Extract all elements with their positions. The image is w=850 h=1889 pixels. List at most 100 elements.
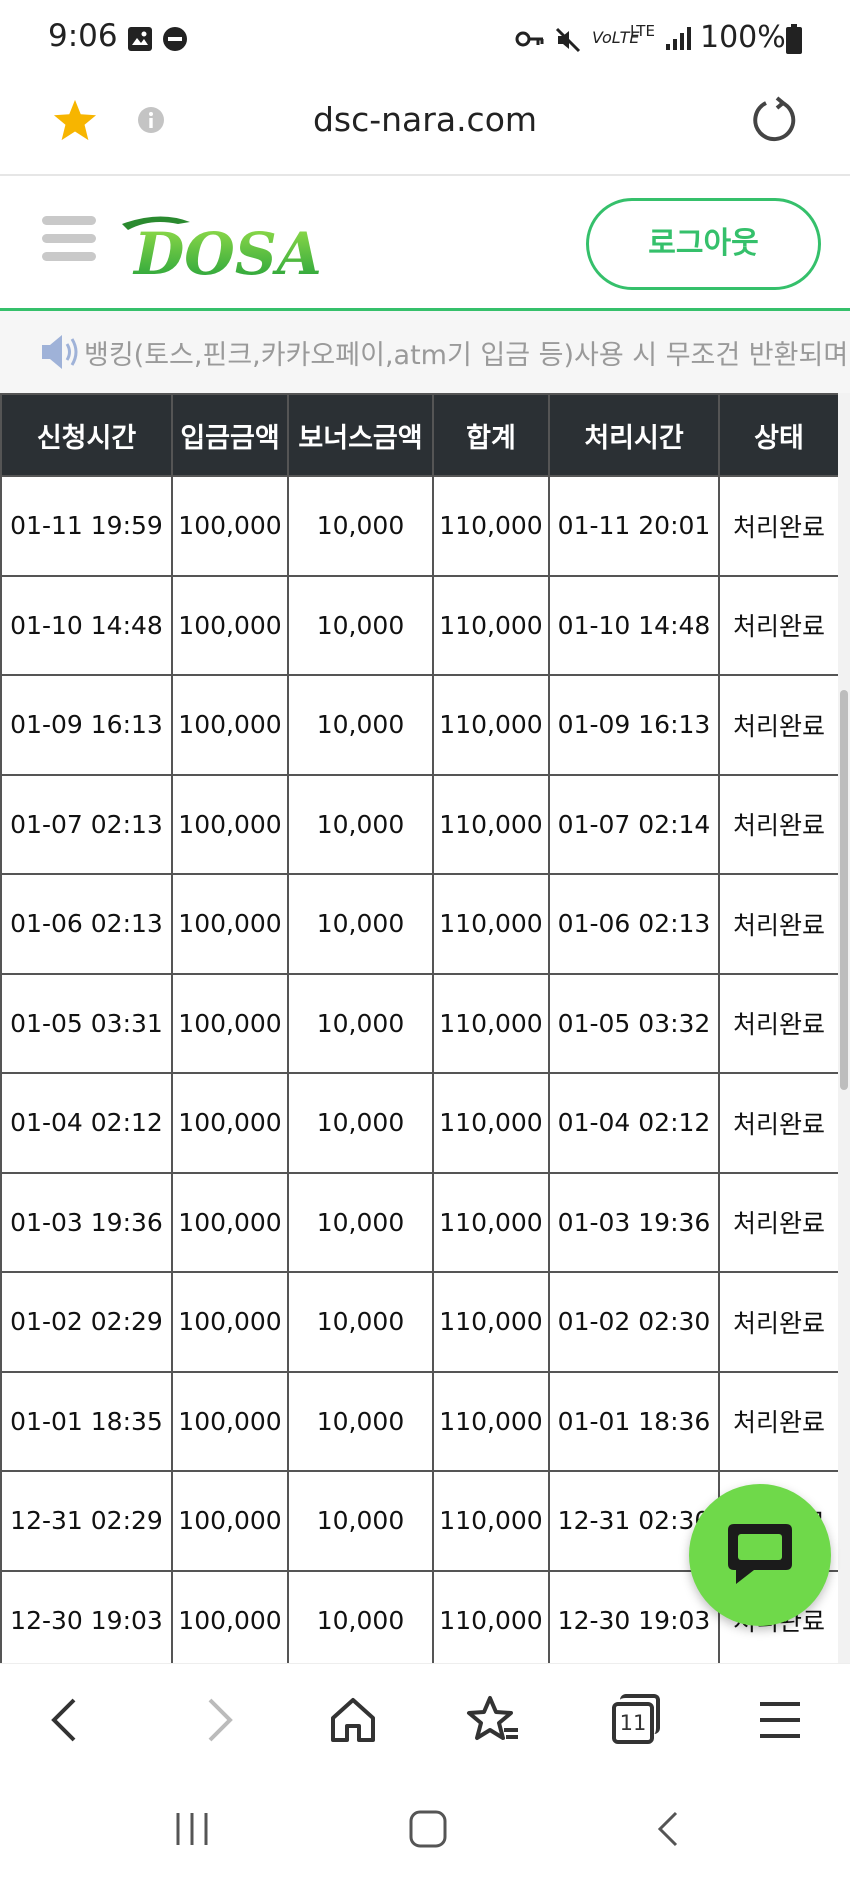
tabs-icon[interactable]: 11 [612, 1694, 662, 1744]
cell-status: 처리완료 [718, 773, 838, 875]
cell-bonus-amount: 10,000 [287, 475, 434, 577]
cell-total: 110,000 [432, 1171, 550, 1273]
cell-request-time: 01-09 16:13 [0, 674, 173, 776]
home-icon[interactable] [325, 1692, 381, 1748]
menu-icon[interactable] [42, 216, 96, 270]
cell-processed-time: 01-05 03:32 [548, 972, 720, 1074]
cell-request-time: 01-01 18:35 [0, 1370, 173, 1472]
cell-bonus-amount: 10,000 [287, 1569, 434, 1663]
cell-processed-time: 01-02 02:30 [548, 1271, 720, 1373]
cell-total: 110,000 [432, 972, 550, 1074]
cell-bonus-amount: 10,000 [287, 1171, 434, 1273]
cell-status: 처리완료 [718, 873, 838, 975]
table-row: 01-09 16:13 100,000 10,000 110,000 01-09 16:… [0, 674, 838, 776]
cell-status: 처리완료 [718, 674, 838, 776]
refresh-icon[interactable] [750, 96, 798, 144]
status-time: 9:06 [48, 18, 118, 54]
svg-text:DOSAN: DOSAN [132, 220, 320, 286]
cell-bonus-amount: 10,000 [287, 1470, 434, 1572]
cell-status: 처리완료 [718, 1072, 838, 1174]
cell-deposit-amount: 100,000 [171, 773, 289, 875]
cell-status: 처리완료 [718, 1370, 838, 1472]
back-icon[interactable] [40, 1692, 96, 1748]
mute-icon [555, 27, 581, 53]
table-body: 01-11 19:59 100,000 10,000 110,000 01-11 20:… [0, 475, 838, 1663]
cell-bonus-amount: 10,000 [287, 873, 434, 975]
browser-url-bar: dsc-nara.com [0, 78, 850, 176]
cell-request-time: 01-05 03:31 [0, 972, 173, 1074]
android-back-icon[interactable] [648, 1809, 688, 1849]
table-row: 01-10 14:48 100,000 10,000 110,000 01-10 14:… [0, 574, 838, 676]
chat-icon [728, 1524, 792, 1584]
network-label: LTE [630, 22, 655, 40]
cell-total: 110,000 [432, 1271, 550, 1373]
cell-request-time: 01-07 02:13 [0, 773, 173, 875]
cell-deposit-amount: 100,000 [171, 1171, 289, 1273]
recents-icon[interactable] [172, 1809, 212, 1849]
hamburger-icon[interactable] [752, 1692, 808, 1748]
table-row: 01-01 18:35 100,000 10,000 110,000 01-01 18:… [0, 1370, 838, 1472]
cell-deposit-amount: 100,000 [171, 1072, 289, 1174]
cell-processed-time: 12-30 19:03 [548, 1569, 720, 1663]
site-logo[interactable]: DOSAN [120, 206, 320, 286]
deposit-history-table: 신청시간 입금금액 보너스금액 합계 처리시간 상태 01-11 19:59 10… [0, 393, 838, 1663]
gallery-icon [128, 27, 152, 51]
cell-request-time: 01-06 02:13 [0, 873, 173, 975]
cell-bonus-amount: 10,000 [287, 1370, 434, 1472]
page: 9:06 VoLTE LTE 100% dsc-nara.com DOSAN [0, 0, 850, 1889]
header-status: 상태 [718, 393, 838, 477]
cell-deposit-amount: 100,000 [171, 1370, 289, 1472]
cell-deposit-amount: 100,000 [171, 972, 289, 1074]
logout-button[interactable]: 로그아웃 [586, 198, 821, 290]
cell-processed-time: 01-09 16:13 [548, 674, 720, 776]
android-home-icon[interactable] [408, 1809, 448, 1849]
cell-processed-time: 01-03 19:36 [548, 1171, 720, 1273]
table-row: 01-06 02:13 100,000 10,000 110,000 01-06 02:… [0, 873, 838, 975]
cell-status: 처리완료 [718, 1271, 838, 1373]
cell-bonus-amount: 10,000 [287, 773, 434, 875]
vpn-key-icon [515, 31, 544, 47]
battery-icon [786, 24, 802, 54]
table-header-row: 신청시간 입금금액 보너스금액 합계 처리시간 상태 [0, 393, 838, 477]
cell-request-time: 01-03 19:36 [0, 1171, 173, 1273]
cell-bonus-amount: 10,000 [287, 574, 434, 676]
header-deposit-amount: 입금금액 [171, 393, 289, 477]
dnd-icon [163, 27, 187, 51]
cell-total: 110,000 [432, 1072, 550, 1174]
battery-percent: 100% [700, 20, 786, 55]
cell-total: 110,000 [432, 1370, 550, 1472]
cell-deposit-amount: 100,000 [171, 1271, 289, 1373]
cell-deposit-amount: 100,000 [171, 1470, 289, 1572]
chat-button[interactable] [689, 1484, 831, 1626]
cell-total: 110,000 [432, 773, 550, 875]
signal-icon [666, 27, 691, 50]
header-request-time: 신청시간 [0, 393, 173, 477]
scrollbar-thumb[interactable] [840, 690, 848, 1090]
cell-deposit-amount: 100,000 [171, 574, 289, 676]
header-processed-time: 처리시간 [548, 393, 720, 477]
cell-deposit-amount: 100,000 [171, 674, 289, 776]
cell-status: 처리완료 [718, 1171, 838, 1273]
forward-icon[interactable] [190, 1692, 246, 1748]
cell-total: 110,000 [432, 574, 550, 676]
cell-bonus-amount: 10,000 [287, 972, 434, 1074]
cell-total: 110,000 [432, 1470, 550, 1572]
cell-request-time: 01-04 02:12 [0, 1072, 173, 1174]
table-row: 01-11 19:59 100,000 10,000 110,000 01-11 20:… [0, 475, 838, 577]
cell-total: 110,000 [432, 873, 550, 975]
url-text[interactable]: dsc-nara.com [0, 100, 850, 139]
tab-count: 11 [612, 1702, 654, 1744]
cell-bonus-amount: 10,000 [287, 674, 434, 776]
cell-deposit-amount: 100,000 [171, 1569, 289, 1663]
cell-status: 처리완료 [718, 574, 838, 676]
notice-marquee: 뱅킹(토스,핀크,카카오페이,atm기 입금 등)사용 시 무조건 반환되며 [0, 311, 850, 393]
cell-processed-time: 01-06 02:13 [548, 873, 720, 975]
cell-request-time: 01-10 14:48 [0, 574, 173, 676]
cell-request-time: 01-11 19:59 [0, 475, 173, 577]
bookmarks-icon[interactable] [466, 1692, 522, 1748]
cell-deposit-amount: 100,000 [171, 475, 289, 577]
table-row: 01-02 02:29 100,000 10,000 110,000 01-02 02:… [0, 1271, 838, 1373]
table-row: 01-04 02:12 100,000 10,000 110,000 01-04 02:… [0, 1072, 838, 1174]
cell-processed-time: 01-10 14:48 [548, 574, 720, 676]
cell-bonus-amount: 10,000 [287, 1271, 434, 1373]
